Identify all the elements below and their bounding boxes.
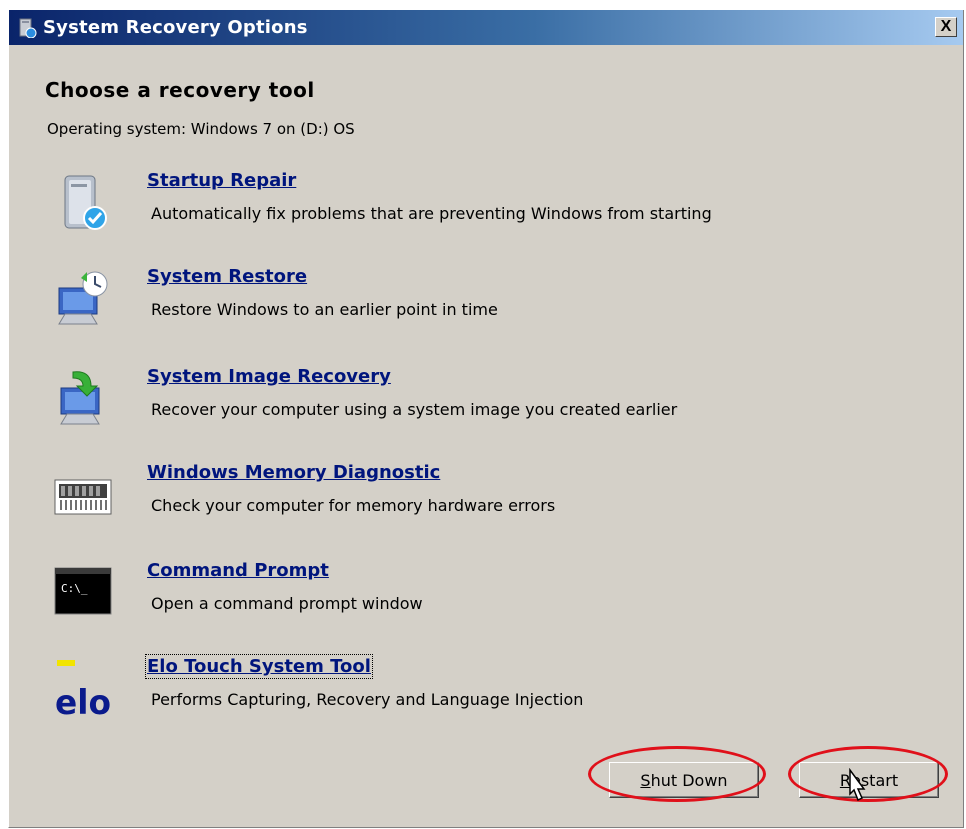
tool-windows-memory-diagnostic: Windows Memory Diagnostic Check your com… (9, 462, 959, 552)
tool-command-prompt: C:\_ Command Prompt Open a command promp… (9, 560, 959, 650)
windows-memory-diagnostic-link[interactable]: Windows Memory Diagnostic (147, 462, 440, 483)
close-icon: X (940, 18, 952, 35)
operating-system-label: Operating system: Windows 7 on (D:) OS (47, 120, 355, 138)
elo-touch-system-tool-link[interactable]: Elo Touch System Tool (145, 654, 373, 679)
system-restore-icon (58, 271, 108, 325)
command-prompt-description: Open a command prompt window (151, 594, 423, 613)
window-icon (19, 18, 37, 38)
elo-logo-text: elo (55, 683, 111, 720)
mouse-cursor-icon (849, 768, 866, 802)
system-image-recovery-link[interactable]: System Image Recovery (147, 366, 391, 387)
window-title: System Recovery Options (43, 17, 308, 38)
elo-touch-system-tool-description: Performs Capturing, Recovery and Languag… (151, 690, 584, 709)
windows-memory-diagnostic-description: Check your computer for memory hardware … (151, 496, 556, 515)
shut-down-accesskey: S (640, 770, 651, 790)
tool-system-restore: System Restore Restore Windows to an ear… (9, 266, 959, 356)
command-prompt-icon: C:\_ (54, 567, 112, 615)
title-bar[interactable]: System Recovery Options X (9, 10, 963, 45)
system-image-recovery-icon (60, 371, 100, 425)
tool-startup-repair: Startup Repair Automatically fix problem… (9, 170, 959, 260)
startup-repair-icon (64, 175, 107, 230)
tool-system-image-recovery: System Image Recovery Recover your compu… (9, 366, 959, 456)
elo-logo-icon: elo (55, 660, 111, 720)
command-prompt-icon-text: C:\_ (61, 582, 88, 595)
close-button[interactable]: X (935, 17, 957, 37)
startup-repair-description: Automatically fix problems that are prev… (151, 204, 712, 223)
shut-down-button[interactable]: Shut Down (609, 762, 759, 798)
tool-elo-touch-system-tool: elo Elo Touch System Tool Performs Captu… (9, 654, 959, 746)
system-image-recovery-description: Recover your computer using a system ima… (151, 400, 678, 419)
shut-down-label: hut Down (650, 770, 728, 790)
startup-repair-link[interactable]: Startup Repair (147, 170, 296, 191)
command-prompt-link[interactable]: Command Prompt (147, 560, 329, 581)
page-title: Choose a recovery tool (45, 78, 315, 102)
system-restore-description: Restore Windows to an earlier point in t… (151, 300, 498, 319)
memory-chip-icon (54, 479, 112, 515)
system-recovery-window: System Recovery Options X Choose a recov… (8, 10, 964, 828)
system-restore-link[interactable]: System Restore (147, 266, 307, 287)
